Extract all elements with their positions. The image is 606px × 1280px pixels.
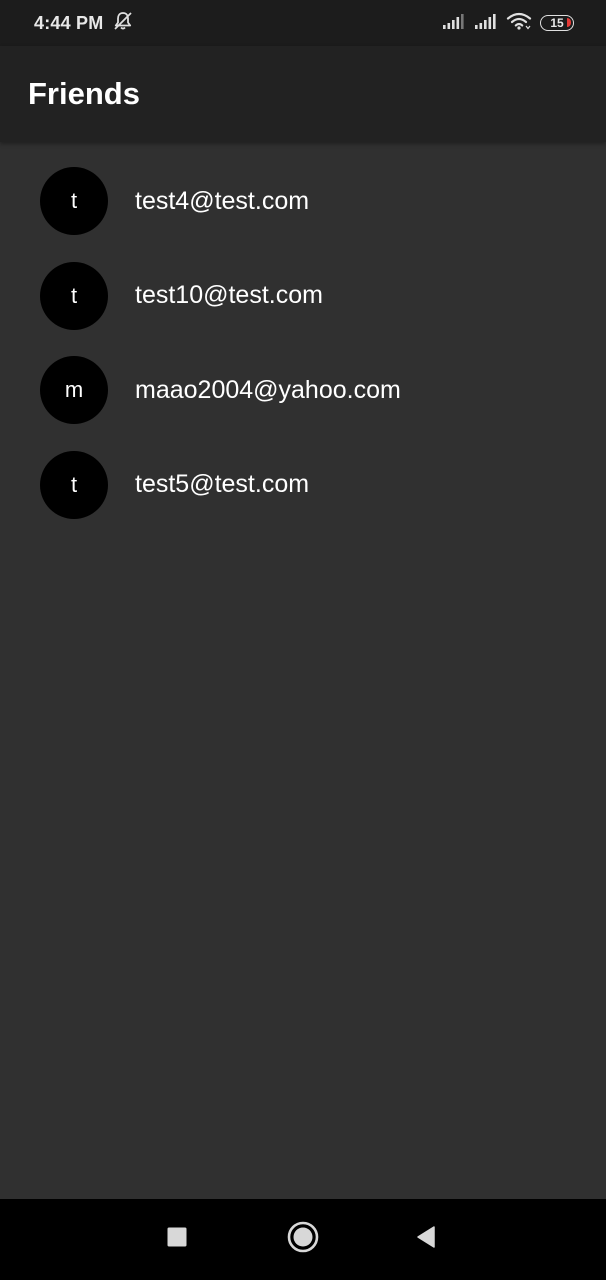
home-circle-icon — [287, 1221, 319, 1258]
back-triangle-icon — [415, 1225, 437, 1254]
friend-email: test5@test.com — [135, 470, 310, 499]
recents-button[interactable] — [137, 1199, 217, 1280]
back-button[interactable] — [386, 1199, 466, 1280]
status-time: 4:44 PM — [34, 12, 104, 33]
battery-level: 15 — [550, 16, 564, 30]
list-item[interactable]: t test5@test.com — [0, 438, 606, 533]
wifi-icon — [506, 12, 532, 35]
avatar-initial: m — [64, 377, 84, 403]
recents-square-icon — [166, 1226, 188, 1253]
page-title: Friends — [28, 76, 140, 111]
avatar: m — [40, 356, 108, 425]
battery-icon: 15 — [540, 15, 574, 31]
friend-email: test10@test.com — [135, 281, 323, 310]
signal-icon — [474, 13, 498, 34]
battery-low-indicator — [567, 18, 571, 27]
list-item[interactable]: t test10@test.com — [0, 249, 606, 344]
avatar: t — [40, 261, 108, 330]
friend-list: t test4@test.com t test10@test.com m maa… — [0, 154, 606, 532]
status-right: 15 — [442, 12, 574, 35]
friend-email: maao2004@yahoo.com — [135, 375, 401, 404]
avatar-initial: t — [70, 188, 78, 214]
status-bar: 4:44 PM 15 — [0, 0, 606, 46]
mute-notifications-icon — [112, 11, 134, 36]
friend-email: test4@test.com — [135, 186, 310, 215]
navigation-bar — [0, 1199, 606, 1280]
avatar: t — [40, 450, 108, 519]
avatar-initial: t — [70, 471, 78, 497]
list-item[interactable]: m maao2004@yahoo.com — [0, 343, 606, 438]
home-button[interactable] — [263, 1199, 343, 1280]
signal-icon — [442, 13, 466, 34]
app-bar: Friends — [0, 46, 606, 142]
avatar-initial: t — [70, 282, 78, 308]
list-item[interactable]: t test4@test.com — [0, 154, 606, 249]
avatar: t — [40, 167, 108, 236]
status-left: 4:44 PM — [34, 11, 134, 36]
